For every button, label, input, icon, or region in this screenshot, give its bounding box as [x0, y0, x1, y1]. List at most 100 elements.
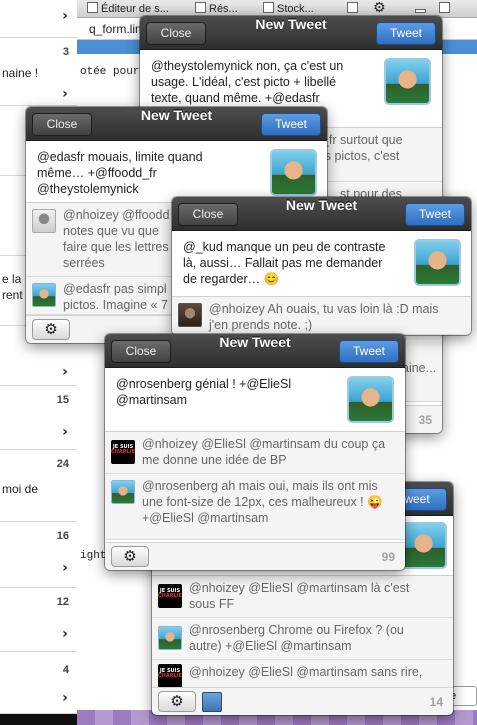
- reply-item[interactable]: JE SUIS CHARLIE @nhoizey @ElieSl @martins…: [152, 660, 453, 690]
- avatar: [178, 303, 202, 327]
- compose-line: de regarder… 😊: [183, 272, 280, 286]
- gear-icon: ⚙: [123, 547, 137, 565]
- compose-line: là, aussi… Fallait pas me demander: [183, 256, 383, 270]
- badge-text: CHARLIE: [158, 593, 183, 599]
- avatar: [32, 209, 56, 233]
- avatar: [384, 58, 431, 105]
- reply-item[interactable]: @nrosenberg ah mais oui, mais ils ont mi…: [105, 474, 405, 540]
- item-text: naine !: [2, 66, 39, 80]
- chevron-right-icon[interactable]: ›: [57, 86, 73, 102]
- reply-text: @nhoizey @ElieSl @martinsam là c'est sou…: [189, 580, 447, 612]
- compose-line: même… +@ffoodd_fr: [37, 166, 157, 180]
- reply-item[interactable]: JE SUIS CHARLIE @nhoizey @ElieSl @martins…: [152, 576, 453, 618]
- compose-text[interactable]: @theystolemynick non, ça c'est un usage.…: [151, 58, 343, 106]
- compose-area[interactable]: @nrosenberg génial ! +@ElieSl @martinsam: [105, 368, 405, 432]
- tweet-window-3: New Tweet Close Tweet @_kud manque un pe…: [172, 197, 471, 335]
- window-titlebar: New Tweet Close Tweet: [105, 334, 405, 368]
- reply-line: sous FF: [189, 597, 235, 611]
- compose-line: @theystolemynick: [37, 182, 139, 196]
- item-count: 24: [56, 458, 69, 470]
- reply-item[interactable]: @nhoizey Ah ouais, tu vas loin là :D mai…: [172, 297, 471, 335]
- document-icon: [87, 2, 98, 13]
- badge-text: CHARLIE: [158, 673, 183, 679]
- reply-text: aine...: [402, 360, 436, 376]
- avatar: [414, 239, 461, 286]
- item-count: 15: [56, 394, 69, 406]
- gear-icon: ⚙: [44, 320, 58, 338]
- tweet-button[interactable]: Tweet: [261, 113, 321, 136]
- close-button[interactable]: Close: [32, 113, 92, 136]
- avatar: JE SUIS CHARLIE: [111, 440, 135, 464]
- reply-text: @nrosenberg Chrome ou Firefox ? (ou autr…: [189, 622, 447, 654]
- chevron-right-icon[interactable]: ›: [57, 8, 73, 24]
- window-footer: ⚙ 99: [105, 542, 405, 570]
- list-item[interactable]: 24 moi de: [0, 450, 77, 522]
- avatar: [400, 522, 447, 569]
- reply-line: aine...: [402, 361, 437, 375]
- reply-line: @nrosenberg ah mais oui, mais ils ont mi…: [142, 479, 378, 493]
- image-thumbnail[interactable]: [202, 692, 222, 712]
- settings-button[interactable]: ⚙: [111, 546, 149, 567]
- reply-text: @nhoizey @ElieSl @martinsam sans rire,: [189, 664, 447, 680]
- item-text: e la: [2, 272, 22, 286]
- list-item[interactable]: 12 ›: [0, 588, 77, 652]
- compose-line: usage. L'idéal, c'est picto + libellé: [151, 75, 337, 89]
- settings-button[interactable]: ⚙: [32, 319, 70, 340]
- item-count: 3: [62, 46, 69, 58]
- list-item[interactable]: 16 ›: [0, 522, 77, 588]
- list-item[interactable]: 3 naine ! ›: [0, 38, 77, 106]
- code-line: ight: [80, 550, 107, 562]
- window-titlebar: New Tweet Close Tweet: [140, 16, 442, 50]
- avatar: [158, 626, 182, 650]
- reply-line: @nhoizey @ElieSl @martinsam là c'est: [189, 581, 410, 595]
- panel-icon: [347, 2, 358, 13]
- chevron-right-icon[interactable]: ›: [57, 626, 73, 642]
- item-text: moi de: [2, 482, 39, 496]
- badge-text: CHARLIE: [111, 449, 136, 455]
- reply-item[interactable]: JE SUIS CHARLIE @nhoizey @ElieSl @martins…: [105, 432, 405, 474]
- chevron-right-icon[interactable]: ›: [57, 424, 73, 440]
- close-button[interactable]: Close: [178, 203, 238, 226]
- close-button[interactable]: Close: [111, 340, 171, 363]
- avatar: [32, 283, 56, 307]
- tweet-window-4: New Tweet Close Tweet @nrosenberg génial…: [105, 334, 405, 570]
- tab-label: Éditeur de s...: [101, 3, 169, 15]
- tweet-button[interactable]: Tweet: [405, 203, 465, 226]
- reply-text: d_fr surtout que les pictos, c'est: [315, 132, 436, 164]
- list-item[interactable]: ›: [0, 0, 77, 38]
- settings-button[interactable]: ⚙: [158, 691, 196, 712]
- tweet-button[interactable]: Tweet: [376, 22, 436, 45]
- window-titlebar: New Tweet Close Tweet: [172, 197, 471, 231]
- window-titlebar: New Tweet Close Tweet: [26, 107, 327, 141]
- maximize-icon: [439, 2, 450, 13]
- compose-line: @_kud manque un peu de contraste: [183, 240, 386, 254]
- reply-line: +@ElieSl @martinsam: [142, 511, 269, 525]
- reply-line: @nhoizey @ElieSl @martinsam sans rire,: [189, 665, 423, 679]
- reply-line: une font-size de 12px, ces malheureux ! …: [142, 495, 383, 509]
- compose-area[interactable]: @edasfr mouais, limite quand même… +@ffo…: [26, 141, 327, 203]
- reply-line: @nhoizey Ah ouais, tu vas loin là :D mai…: [209, 302, 439, 316]
- list-item[interactable]: 15 ›: [0, 386, 77, 450]
- reply-item[interactable]: @nrosenberg Chrome ou Firefox ? (ou autr…: [152, 618, 453, 660]
- close-button[interactable]: Close: [146, 22, 206, 45]
- list-item[interactable]: 4 ›: [0, 652, 77, 714]
- compose-text[interactable]: @edasfr mouais, limite quand même… +@ffo…: [37, 149, 203, 197]
- code-line: otée pour: [80, 66, 140, 78]
- avatar: JE SUIS CHARLIE: [158, 664, 182, 688]
- compose-line: texte, quand même. +@edasfr: [151, 91, 320, 105]
- gear-icon: ⚙: [373, 0, 386, 16]
- reply-line: j'en prends note. ;): [209, 318, 313, 332]
- tab-label: Rés...: [209, 3, 238, 15]
- status-bar: [0, 714, 77, 725]
- chevron-right-icon[interactable]: ›: [57, 560, 73, 576]
- reply-text: @nrosenberg ah mais oui, mais ils ont mi…: [142, 478, 399, 526]
- tweet-button[interactable]: Tweet: [339, 340, 399, 363]
- database-icon: [263, 2, 274, 13]
- compose-text[interactable]: @nrosenberg génial ! +@ElieSl @martinsam: [116, 376, 291, 408]
- window-footer: ⚙ 14: [152, 687, 453, 715]
- chevron-right-icon[interactable]: ›: [57, 364, 73, 380]
- chevron-right-icon[interactable]: ›: [57, 690, 73, 706]
- compose-text[interactable]: @_kud manque un peu de contraste là, aus…: [183, 239, 385, 287]
- document-icon: [195, 2, 206, 13]
- compose-area[interactable]: @_kud manque un peu de contraste là, aus…: [172, 231, 471, 297]
